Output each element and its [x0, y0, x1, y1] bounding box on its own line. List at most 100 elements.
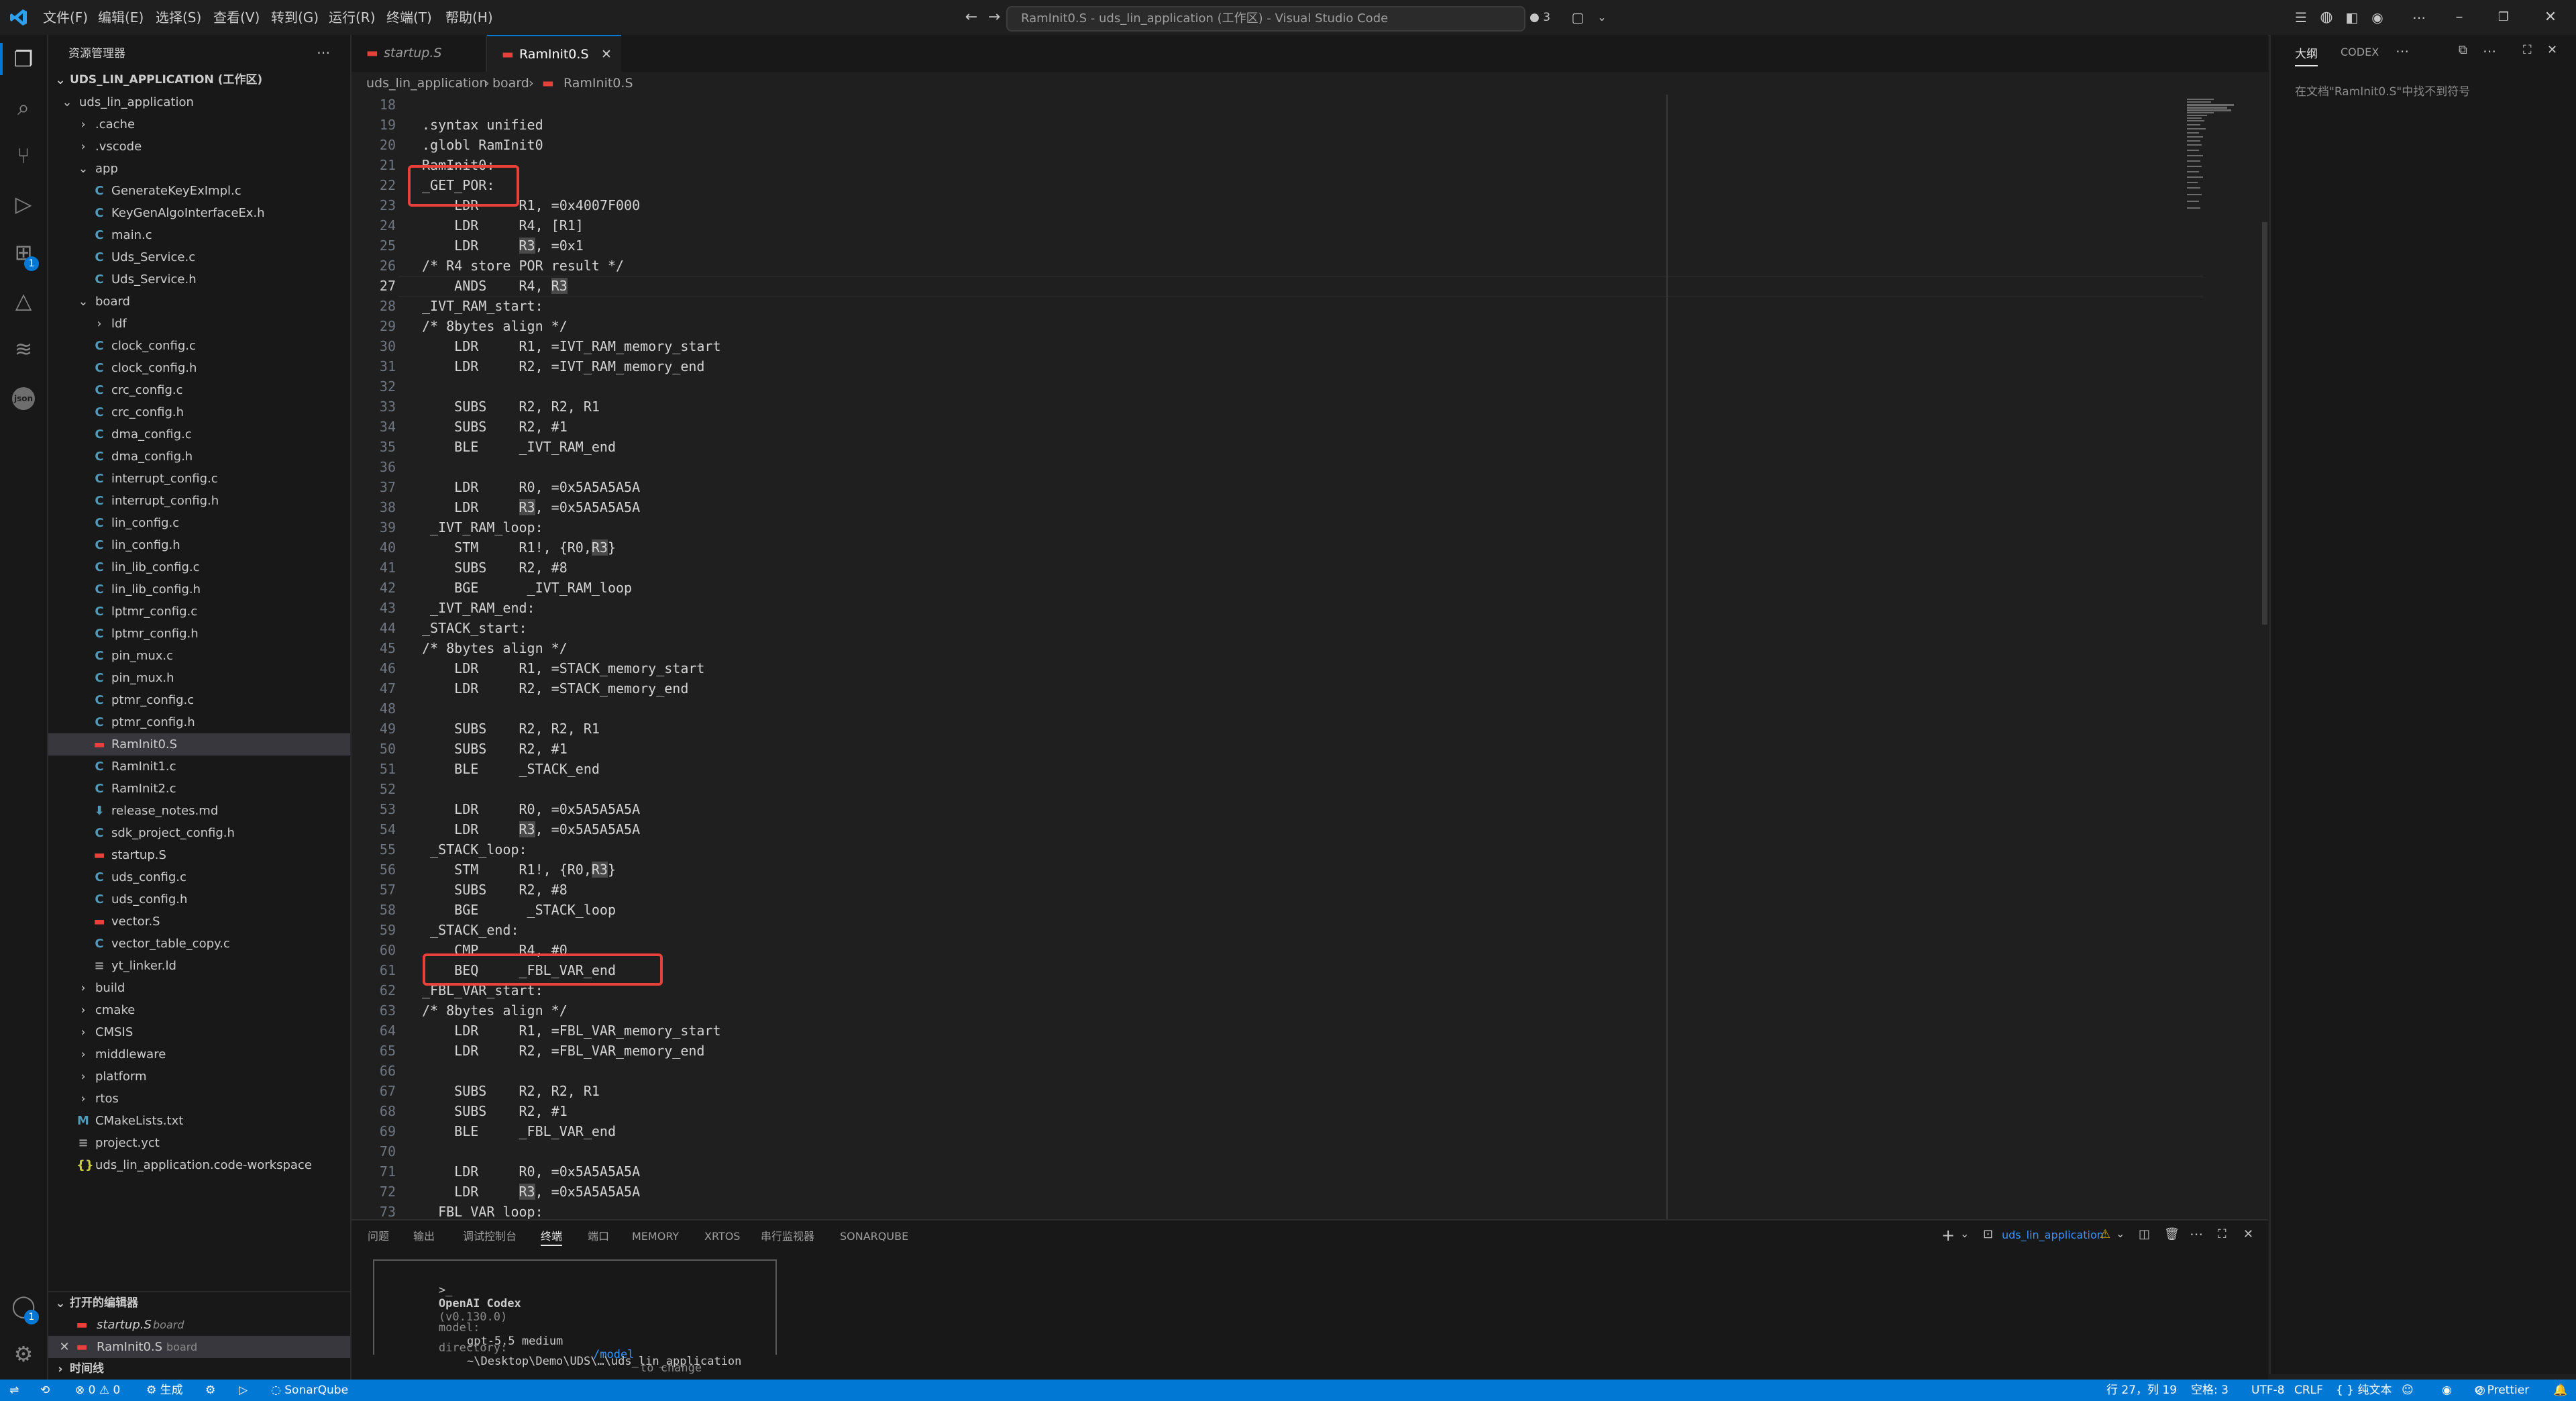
command-center[interactable]: RamInit0.S - uds_lin_application (工作区) -… — [1006, 6, 1525, 32]
panel-tab[interactable]: 端口 — [588, 1229, 609, 1245]
sync-icon[interactable]: ⟲ — [40, 1380, 50, 1401]
tree-file[interactable]: Cpin_mux.h — [48, 667, 350, 689]
code-line[interactable]: SUBS R2, R2, R1 — [422, 1081, 600, 1101]
tree-file[interactable]: {} uds_lin_application.code-workspace — [48, 1154, 350, 1176]
code-line[interactable]: LDR R1, =IVT_RAM_memory_start — [422, 336, 720, 356]
menu-item[interactable]: 转到(G) — [271, 0, 319, 35]
tree-file[interactable]: Clin_lib_config.c — [48, 556, 350, 578]
maximize-icon[interactable]: ⛶ — [2523, 43, 2532, 57]
terminal-content[interactable]: >_ OpenAI Codex (v0.130.0) model: gpt-5.… — [352, 1251, 2268, 1381]
code-editor[interactable]: 18 19 .syntax unified 20 .globl RamInit0 21 Ra… — [352, 95, 2268, 1219]
code-line[interactable]: SUBS R2, #1 — [422, 1101, 568, 1121]
new-window-icon[interactable]: ⧉ — [2459, 43, 2467, 57]
code-line[interactable]: LDR R0, =0x5A5A5A5A — [422, 799, 640, 819]
cmake-icon[interactable]: △ — [7, 284, 40, 317]
tree-file[interactable]: C Uds_Service.c — [48, 246, 350, 268]
close-tab-icon[interactable]: ✕ — [601, 36, 612, 73]
notifications-icon[interactable]: 🔔 — [2553, 1380, 2567, 1401]
menu-item[interactable]: 终端(T) — [386, 0, 432, 35]
code-line[interactable]: BLE _IVT_RAM_end — [422, 437, 616, 457]
code-line[interactable]: /* 8bytes align */ — [422, 1000, 568, 1021]
tree-folder[interactable]: ⌄ board — [48, 291, 350, 313]
tree-file[interactable]: Cclock_config.h — [48, 357, 350, 379]
panel-tab[interactable]: 问题 — [368, 1229, 389, 1245]
tree-file[interactable]: Clin_lib_config.h — [48, 578, 350, 601]
explorer-more-icon[interactable]: ⋯ — [317, 44, 330, 60]
debug-icon[interactable]: ⚙ — [205, 1380, 215, 1401]
tree-folder[interactable]: › CMSIS — [48, 1021, 350, 1043]
more-icon[interactable]: ⋯ — [2408, 7, 2430, 28]
breadcrumb-item[interactable]: RamInit0.S — [564, 72, 633, 95]
new-terminal-icon[interactable]: + — [1941, 1226, 1955, 1245]
scrollbar[interactable] — [2262, 222, 2267, 625]
tree-file[interactable]: Csdk_project_config.h — [48, 822, 350, 844]
tab-outline[interactable]: 大纲 — [2295, 44, 2318, 66]
more-icon[interactable]: ⋯ — [2190, 1226, 2203, 1242]
source-control-icon[interactable]: ⑂ — [7, 140, 40, 172]
code-line[interactable]: .globl RamInit0 — [422, 135, 543, 155]
tree-file[interactable]: C RamInit1.c — [48, 756, 350, 778]
customize-layout-icon[interactable]: ☰ — [2290, 7, 2312, 28]
tree-folder[interactable]: › platform — [48, 1066, 350, 1088]
code-line[interactable]: STM R1!, {R0,R3} — [422, 537, 616, 558]
tree-file[interactable]: Cdma_config.c — [48, 423, 350, 446]
code-line[interactable]: _STACK_loop: — [422, 839, 527, 860]
code-line[interactable]: LDR R3, =0x5A5A5A5A — [422, 497, 640, 517]
code-line[interactable]: BLE _STACK_end — [422, 759, 600, 779]
tree-file[interactable]: C RamInit2.c — [48, 778, 350, 800]
tree-file[interactable]: ▬ startup.S — [48, 844, 350, 866]
code-line[interactable]: _STACK_start: — [422, 618, 527, 638]
tree-folder[interactable]: ⌄ uds_lin_application — [48, 91, 350, 113]
dropdown-icon[interactable]: ⌄ — [1960, 1227, 1969, 1240]
tree-folder[interactable]: › build — [48, 977, 350, 999]
menu-item[interactable]: 查看(V) — [213, 0, 260, 35]
code-line[interactable]: /* R4 store POR result */ — [422, 256, 624, 276]
trash-icon[interactable]: 🗑 — [2164, 1227, 2180, 1241]
code-line[interactable]: BLE _FBL_VAR_end — [422, 1121, 616, 1141]
terminal-name[interactable]: uds_lin_application — [2002, 1229, 2104, 1241]
code-line[interactable]: _STACK_end: — [422, 920, 519, 940]
code-line[interactable]: LDR R1, =FBL_VAR_memory_start — [422, 1021, 720, 1041]
tree-file[interactable]: Cclock_config.c — [48, 335, 350, 357]
more-icon[interactable]: ⋯ — [2396, 43, 2409, 59]
tree-file[interactable]: ≡ project.yct — [48, 1132, 350, 1154]
more-icon[interactable]: ⋯ — [2483, 43, 2496, 59]
tree-file[interactable]: Clin_config.c — [48, 512, 350, 534]
serial-monitor-icon[interactable]: ≋ — [7, 333, 40, 365]
tree-file[interactable]: Cptmr_config.c — [48, 689, 350, 711]
code-line[interactable]: LDR R1, =STACK_memory_start — [422, 658, 704, 678]
tree-file[interactable]: C KeyGenAlgoInterfaceEx.h — [48, 202, 350, 224]
close-window-icon[interactable]: ✕ — [2540, 7, 2561, 28]
dropdown-icon[interactable]: ⌄ — [2116, 1227, 2125, 1240]
code-line[interactable]: _IVT_RAM_end: — [422, 598, 535, 618]
timeline-header[interactable]: › 时间线 — [48, 1358, 350, 1380]
workspace-header[interactable]: ⌄ UDS_LIN_APPLICATION (工作区) — [48, 69, 350, 91]
split-terminal-icon[interactable]: ◫ — [2139, 1227, 2150, 1241]
cursor-position[interactable]: 行 27，列 19 — [2106, 1380, 2177, 1401]
code-line[interactable]: LDR R0, =0x5A5A5A5A — [422, 1161, 640, 1182]
code-line[interactable]: LDR R3, =0x5A5A5A5A — [422, 1182, 640, 1202]
prettier-status[interactable]: ⊘ Prettier — [2474, 1380, 2529, 1401]
panel-tab[interactable]: MEMORY — [632, 1229, 679, 1245]
tree-folder[interactable]: ⌄ app — [48, 158, 350, 180]
code-line[interactable]: LDR R3, =0x1 — [422, 236, 584, 256]
remote-icon[interactable]: ⇌ — [9, 1380, 19, 1401]
menu-item[interactable]: 帮助(H) — [445, 0, 493, 35]
tree-file[interactable]: Cmain.c — [48, 224, 350, 246]
copilot-icon[interactable]: ◉ — [2367, 7, 2388, 28]
tree-folder[interactable]: › .cache — [48, 113, 350, 136]
code-line[interactable]: LDR R2, =FBL_VAR_memory_end — [422, 1041, 704, 1061]
code-line[interactable]: LDR R3, =0x5A5A5A5A — [422, 819, 640, 839]
panel-tab[interactable]: SONARQUBE — [840, 1229, 908, 1245]
tree-file[interactable]: Cdma_config.h — [48, 446, 350, 468]
tree-file[interactable]: C GenerateKeyExImpl.c — [48, 180, 350, 202]
globe-icon[interactable]: ◍ — [2316, 7, 2337, 28]
code-line[interactable]: BGE _STACK_loop — [422, 900, 616, 920]
code-line[interactable]: /* 8bytes align */ — [422, 638, 568, 658]
tree-folder[interactable]: › ldf — [48, 313, 350, 335]
code-line[interactable]: STM R1!, {R0,R3} — [422, 860, 616, 880]
code-line[interactable]: _FBL_VAR_loop: — [422, 1202, 543, 1219]
open-editors-header[interactable]: ⌄ 打开的编辑器 — [48, 1291, 350, 1314]
code-line[interactable]: LDR R4, [R1] — [422, 215, 584, 236]
code-line[interactable]: SUBS R2, #8 — [422, 558, 568, 578]
